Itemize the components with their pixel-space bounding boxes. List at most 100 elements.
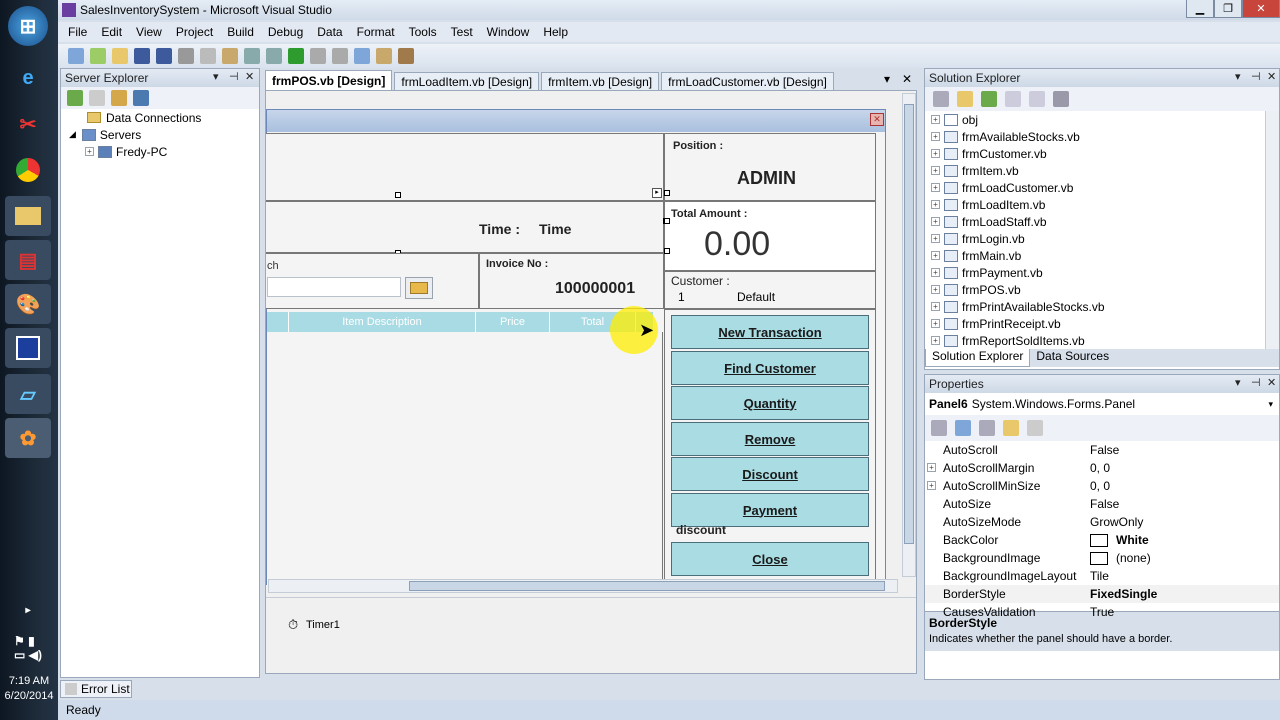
property-value[interactable]: False: [1084, 443, 1119, 457]
property-row[interactable]: CausesValidation True: [925, 603, 1279, 621]
property-row[interactable]: AutoScroll False: [925, 441, 1279, 459]
expand-icon[interactable]: +: [931, 285, 940, 294]
expand-icon[interactable]: +: [931, 336, 940, 345]
timer-component[interactable]: Timer1: [306, 619, 340, 631]
categorized-icon[interactable]: [931, 420, 947, 436]
menu-format[interactable]: Format: [357, 25, 395, 39]
refresh-icon[interactable]: [981, 91, 997, 107]
minimize-button[interactable]: ▁: [1186, 0, 1214, 18]
property-value[interactable]: 0, 0: [1084, 461, 1110, 475]
items-grid-body[interactable]: [267, 332, 663, 586]
close-window-button[interactable]: ✕: [1242, 0, 1280, 18]
tree-item[interactable]: + frmPayment.vb: [925, 264, 1279, 281]
new-transaction-button[interactable]: New Transaction: [671, 315, 869, 349]
properties-icon[interactable]: [933, 91, 949, 107]
toolbox-icon[interactable]: [398, 48, 414, 64]
object-selector[interactable]: Panel6 System.Windows.Forms.Panel ▾: [925, 393, 1279, 415]
stop-refresh-icon[interactable]: [89, 90, 105, 106]
tree-item[interactable]: + frmCustomer.vb: [925, 145, 1279, 162]
chrome-icon[interactable]: [5, 150, 51, 190]
expand-icon[interactable]: +: [931, 268, 940, 277]
expand-icon[interactable]: +: [931, 183, 940, 192]
header-panel[interactable]: [266, 133, 664, 201]
connect-database-icon[interactable]: [111, 90, 127, 106]
expand-icon[interactable]: +: [931, 149, 940, 158]
scroll-thumb[interactable]: [904, 104, 914, 544]
expand-icon[interactable]: +: [931, 234, 940, 243]
tree-item[interactable]: + frmPrintReceipt.vb: [925, 315, 1279, 332]
connect-server-icon[interactable]: [133, 90, 149, 106]
tree-item-fredy-pc[interactable]: + Fredy-PC: [61, 143, 259, 160]
smart-tag-icon[interactable]: ▸: [652, 188, 662, 198]
property-row-selected[interactable]: BorderStyle FixedSingle: [925, 585, 1279, 603]
payment-button[interactable]: Payment: [671, 493, 869, 527]
property-pages-icon[interactable]: [1027, 420, 1043, 436]
alphabetical-icon[interactable]: [955, 420, 971, 436]
menu-project[interactable]: Project: [176, 25, 213, 39]
events-icon[interactable]: [1003, 420, 1019, 436]
app-icon[interactable]: ✿: [5, 418, 51, 458]
tree-item[interactable]: + frmPOS.vb: [925, 281, 1279, 298]
tree-item[interactable]: + frmLogin.vb: [925, 230, 1279, 247]
menu-window[interactable]: Window: [487, 25, 530, 39]
expand-icon[interactable]: +: [931, 166, 940, 175]
property-row[interactable]: + AutoScrollMargin 0, 0: [925, 459, 1279, 477]
column-item-description[interactable]: Item Description: [289, 312, 476, 332]
chevron-down-icon[interactable]: ▾: [1268, 399, 1273, 410]
resize-handle[interactable]: [664, 190, 670, 196]
tab-list-dropdown-icon[interactable]: ▾: [884, 72, 890, 86]
tree-item[interactable]: + frmPrintAvailableStocks.vb: [925, 298, 1279, 315]
form-close-icon[interactable]: ✕: [870, 113, 884, 126]
refresh-icon[interactable]: [67, 90, 83, 106]
tree-item-data-connections[interactable]: Data Connections: [61, 109, 259, 126]
close-icon[interactable]: ✕: [1267, 70, 1276, 83]
resize-handle[interactable]: [664, 248, 670, 254]
tab-data-sources[interactable]: Data Sources: [1030, 349, 1115, 367]
close-icon[interactable]: ✕: [1267, 376, 1276, 389]
tab-frmloaditem-design[interactable]: frmLoadItem.vb [Design]: [394, 72, 540, 90]
property-value[interactable]: 0, 0: [1084, 479, 1110, 493]
new-project-icon[interactable]: [68, 48, 84, 64]
menu-build[interactable]: Build: [227, 25, 254, 39]
tray-icons[interactable]: ⚑ ▮ ▭ ◀): [5, 628, 51, 668]
resize-handle[interactable]: [395, 192, 401, 198]
expand-icon[interactable]: +: [931, 115, 940, 124]
resize-handle[interactable]: [664, 218, 670, 224]
save-all-icon[interactable]: [156, 48, 172, 64]
quantity-button[interactable]: Quantity: [671, 386, 869, 420]
menu-help[interactable]: Help: [543, 25, 568, 39]
menu-view[interactable]: View: [136, 25, 162, 39]
dropdown-icon[interactable]: ▾: [1235, 70, 1241, 83]
menu-test[interactable]: Test: [451, 25, 473, 39]
property-row[interactable]: BackgroundImageLayout Tile: [925, 567, 1279, 585]
tree-item[interactable]: + frmLoadItem.vb: [925, 196, 1279, 213]
pause-icon[interactable]: [310, 48, 326, 64]
restore-button[interactable]: ❐: [1214, 0, 1242, 18]
vertical-scrollbar[interactable]: [902, 93, 916, 577]
paint-icon[interactable]: 🎨: [5, 284, 51, 324]
property-value[interactable]: True: [1084, 605, 1114, 619]
show-all-files-icon[interactable]: [957, 91, 973, 107]
property-value[interactable]: FixedSingle: [1084, 587, 1157, 601]
start-orb-icon[interactable]: ⊞: [8, 6, 48, 46]
tree-item[interactable]: + frmItem.vb: [925, 162, 1279, 179]
tree-item-servers[interactable]: ◢ Servers: [61, 126, 259, 143]
menu-tools[interactable]: Tools: [409, 25, 437, 39]
show-more-arrow-icon[interactable]: ▸: [5, 600, 51, 620]
pin-icon[interactable]: ⊣: [1251, 376, 1261, 389]
properties-view-icon[interactable]: [979, 420, 995, 436]
property-value[interactable]: Tile: [1084, 569, 1109, 583]
save-icon[interactable]: [134, 48, 150, 64]
visual-studio-icon[interactable]: [5, 328, 51, 368]
collapse-icon[interactable]: ◢: [69, 129, 76, 140]
property-row[interactable]: AutoSizeMode GrowOnly: [925, 513, 1279, 531]
expand-icon[interactable]: +: [85, 147, 94, 156]
winrar-icon[interactable]: ▤: [5, 240, 51, 280]
expand-icon[interactable]: +: [931, 302, 940, 311]
remove-button[interactable]: Remove: [671, 422, 869, 456]
tree-item[interactable]: + frmLoadCustomer.vb: [925, 179, 1279, 196]
expand-icon[interactable]: +: [927, 481, 936, 490]
dropdown-icon[interactable]: ▾: [213, 70, 219, 83]
scroll-thumb[interactable]: [409, 581, 885, 591]
dropdown-icon[interactable]: ▾: [1235, 376, 1241, 389]
